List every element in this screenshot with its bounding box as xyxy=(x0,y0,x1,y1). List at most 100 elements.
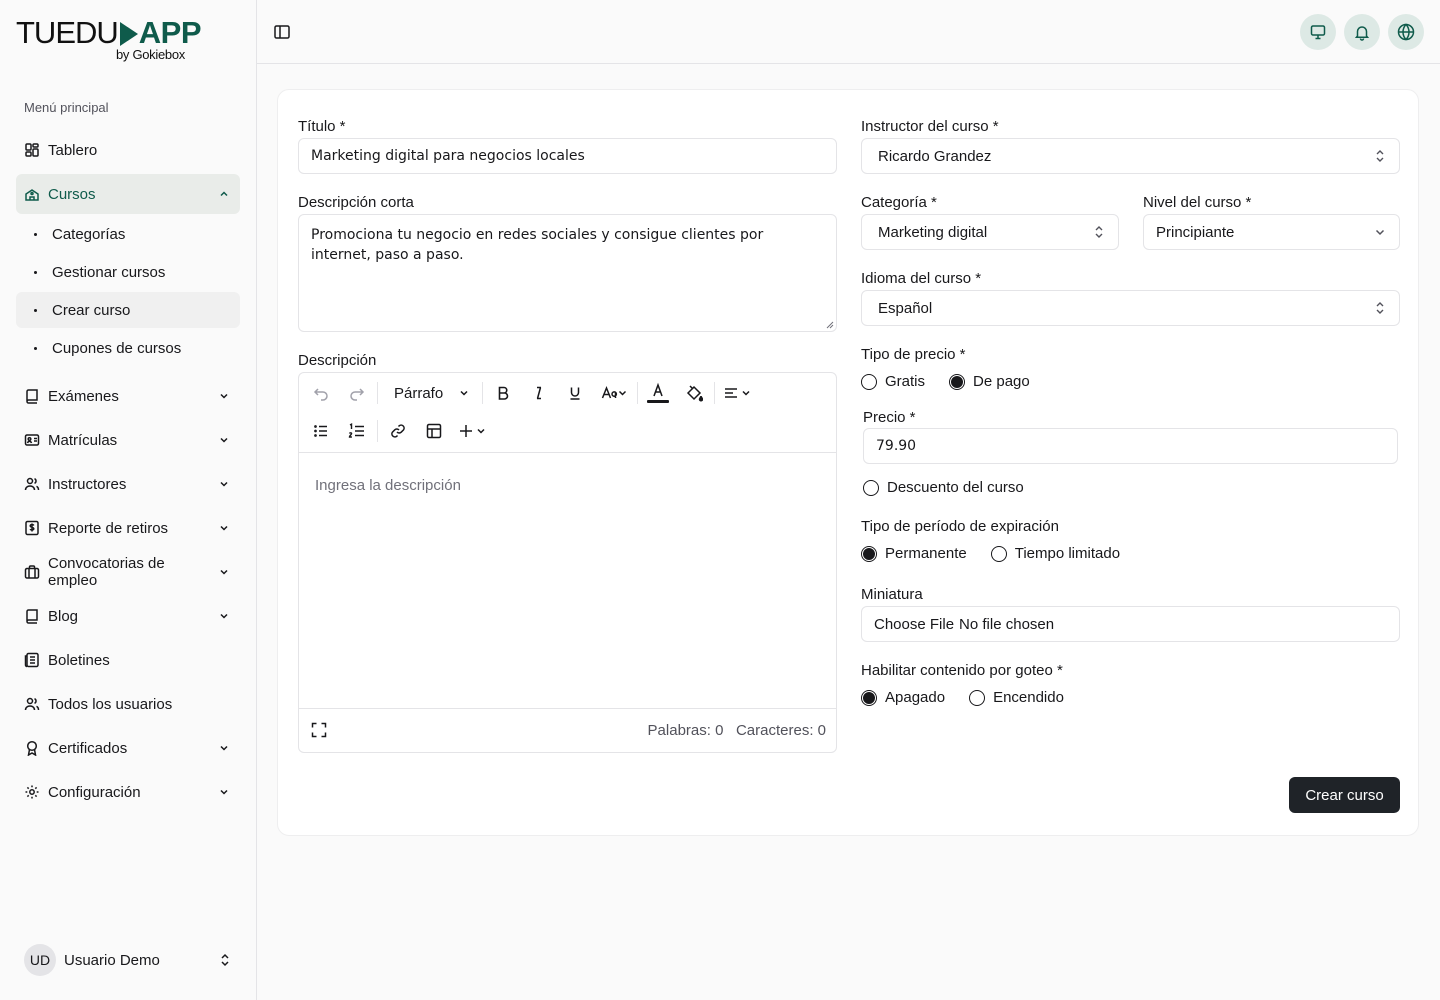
sidebar-subitem-cupones[interactable]: Cupones de cursos xyxy=(16,330,240,366)
sidebar-item-boletines[interactable]: Boletines xyxy=(16,638,240,682)
sidebar-item-label: Reporte de retiros xyxy=(48,519,169,537)
sidebar-item-instructores[interactable]: Instructores xyxy=(16,462,240,506)
italic-button[interactable] xyxy=(521,378,557,408)
bold-icon xyxy=(498,386,509,400)
sidebar-item-todos-usuarios[interactable]: Todos los usuarios xyxy=(16,682,240,726)
language-button[interactable] xyxy=(1388,14,1424,50)
short-description-textarea[interactable]: Promociona tu negocio en redes sociales … xyxy=(298,214,837,332)
align-left-icon xyxy=(725,388,750,398)
text-color-button[interactable] xyxy=(640,378,676,408)
bold-button[interactable] xyxy=(485,378,521,408)
sidebar-subitem-gestionar-cursos[interactable]: Gestionar cursos xyxy=(16,254,240,290)
title-input[interactable]: Marketing digital para negocios locales xyxy=(298,138,837,174)
sidebar-subitem-label: Gestionar cursos xyxy=(52,263,166,281)
expiration-permanente-radio[interactable]: Permanente xyxy=(861,545,967,562)
link-button[interactable] xyxy=(380,416,416,446)
title-label: Título * xyxy=(298,118,346,135)
table-button[interactable] xyxy=(416,416,452,446)
thumbnail-label: Miniatura xyxy=(861,586,923,603)
sidebar-item-matriculas[interactable]: Matrículas xyxy=(16,418,240,462)
editor-content-area[interactable]: Ingresa la descripción xyxy=(299,452,836,709)
numbered-list-button[interactable] xyxy=(339,416,375,446)
price-type-gratis-radio[interactable]: Gratis xyxy=(861,373,925,390)
description-label: Descripción xyxy=(298,352,377,369)
language-select[interactable]: Español xyxy=(861,290,1400,326)
discount-label: Descuento del curso xyxy=(887,479,1024,496)
sidebar-item-tablero[interactable]: Tablero xyxy=(16,128,240,172)
sidebar-item-label: Exámenes xyxy=(48,387,119,405)
sidebar-item-label: Boletines xyxy=(48,651,110,669)
bullet-list-button[interactable] xyxy=(303,416,339,446)
resize-handle-icon[interactable] xyxy=(826,321,834,329)
underline-icon xyxy=(570,387,580,400)
book-icon xyxy=(24,388,40,404)
price-type-de-pago-radio[interactable]: De pago xyxy=(949,373,1030,390)
radio-label: De pago xyxy=(973,373,1030,390)
create-course-button[interactable]: Crear curso xyxy=(1289,777,1400,813)
expiration-tiempo-limitado-radio[interactable]: Tiempo limitado xyxy=(990,545,1120,562)
redo-icon xyxy=(350,388,365,401)
sidebar-item-cursos[interactable]: Cursos xyxy=(16,174,240,214)
sidebar-item-convocatorias[interactable]: Convocatorias de empleo xyxy=(16,550,240,594)
editor-toolbar-row-1: Párrafo xyxy=(303,374,761,412)
italic-icon xyxy=(536,386,542,400)
highlight-color-button[interactable] xyxy=(676,378,712,408)
sidebar-item-certificados[interactable]: Certificados xyxy=(16,726,240,770)
editor-footer: Palabras: 0 Caracteres: 0 xyxy=(299,708,836,752)
sidebar-item-examenes[interactable]: Exámenes xyxy=(16,374,240,418)
sidebar-subitem-categorias[interactable]: Categorías xyxy=(16,216,240,252)
monitor-button[interactable] xyxy=(1300,14,1336,50)
bullet-icon xyxy=(34,232,37,236)
level-select[interactable]: Principiante xyxy=(1143,214,1400,250)
undo-button[interactable] xyxy=(303,378,339,408)
price-input[interactable]: 79.90 xyxy=(863,428,1398,464)
discount-toggle[interactable]: Descuento del curso xyxy=(863,479,1024,496)
user-menu[interactable]: UD Usuario Demo xyxy=(16,940,240,980)
users-icon xyxy=(24,696,40,712)
chevron-down-icon xyxy=(216,564,232,580)
redo-button[interactable] xyxy=(339,378,375,408)
category-select[interactable]: Marketing digital xyxy=(861,214,1119,250)
users-icon xyxy=(24,476,40,492)
insert-button[interactable] xyxy=(452,416,496,446)
instructor-select[interactable]: Ricardo Grandez xyxy=(861,138,1400,174)
create-course-form: Título * Marketing digital para negocios… xyxy=(277,89,1419,836)
short-description-label: Descripción corta xyxy=(298,194,414,211)
editor-placeholder: Ingresa la descripción xyxy=(315,477,461,494)
drip-apagado-radio[interactable]: Apagado xyxy=(861,689,945,706)
sidebar-item-label: Matrículas xyxy=(48,431,118,449)
font-style-button[interactable] xyxy=(593,378,635,408)
choose-file-button[interactable]: Choose File xyxy=(874,616,954,633)
notifications-button[interactable] xyxy=(1344,14,1380,50)
sidebar-toggle-icon[interactable] xyxy=(273,23,291,41)
chevrons-up-down-icon xyxy=(1376,302,1384,314)
sidebar-nav: Tablero Cursos Categorías Gestionar curs… xyxy=(16,128,240,814)
align-button[interactable] xyxy=(717,378,761,408)
chevrons-up-down-icon xyxy=(1376,150,1384,162)
block-type-select[interactable]: Párrafo xyxy=(380,378,480,408)
toolbar-separator xyxy=(637,382,638,404)
sidebar-subitem-crear-curso[interactable]: Crear curso xyxy=(16,292,240,328)
text-color-icon xyxy=(647,382,669,403)
underline-button[interactable] xyxy=(557,378,593,408)
radio-circle xyxy=(990,545,1007,562)
chevron-down-icon xyxy=(216,740,232,756)
checkbox-circle xyxy=(863,479,879,496)
brand-logo[interactable]: TUEDU APP by Gokiebox xyxy=(16,16,216,66)
radio-label: Permanente xyxy=(885,545,967,562)
price-label: Precio * xyxy=(863,409,916,426)
drip-encendido-radio[interactable]: Encendido xyxy=(969,689,1064,706)
thumbnail-file-input[interactable]: Choose File No file chosen xyxy=(861,606,1400,642)
radio-circle xyxy=(861,373,877,390)
chevron-down-icon xyxy=(216,476,232,492)
sidebar-item-reporte-retiros[interactable]: Reporte de retiros xyxy=(16,506,240,550)
id-card-icon xyxy=(24,432,40,448)
sidebar-item-label: Todos los usuarios xyxy=(48,695,173,713)
monitor-icon xyxy=(1309,23,1327,41)
undo-icon xyxy=(313,388,328,401)
book-icon xyxy=(24,608,40,624)
avatar: UD xyxy=(24,944,56,976)
sidebar-item-blog[interactable]: Blog xyxy=(16,594,240,638)
fullscreen-icon[interactable] xyxy=(311,722,327,738)
sidebar-item-configuracion[interactable]: Configuración xyxy=(16,770,240,814)
